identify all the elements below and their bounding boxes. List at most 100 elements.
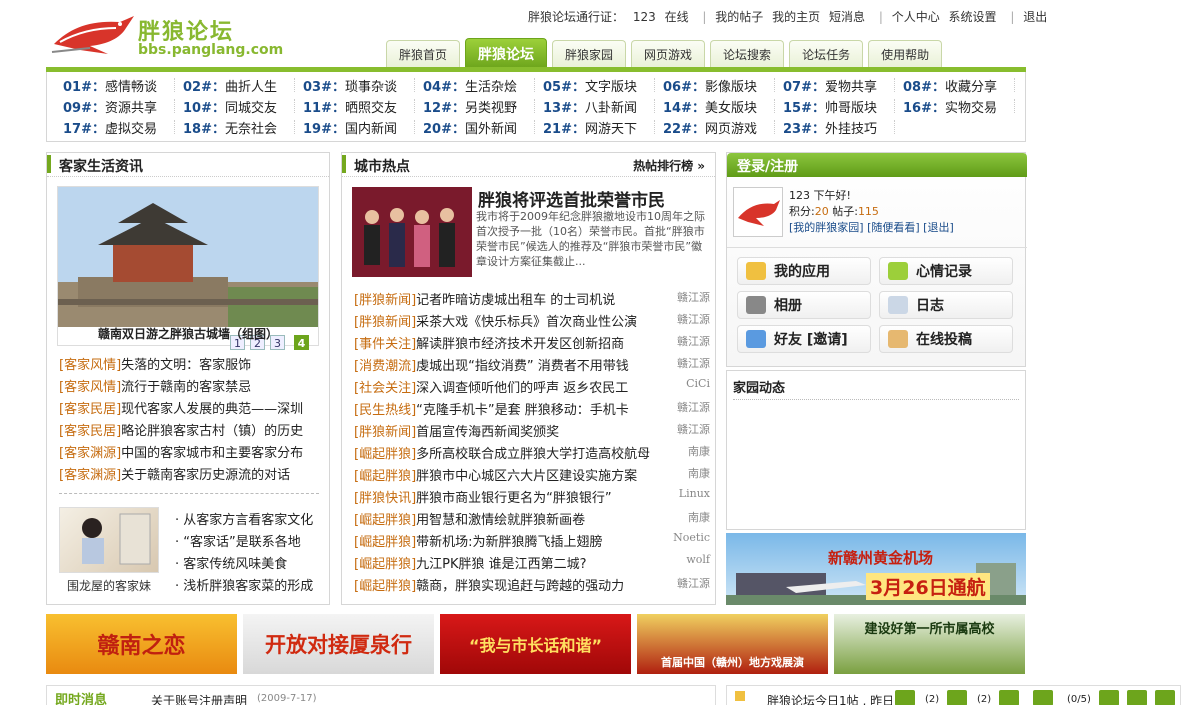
- news-row[interactable]: [崛起胖狼]带新机场:为新胖狼腾飞插上翅膀 Noetic: [354, 531, 710, 550]
- tab-family[interactable]: 胖狼家园: [552, 40, 627, 68]
- panel-title: 家园动态: [733, 381, 786, 396]
- forum-link[interactable]: 09#：资源共享: [63, 97, 183, 118]
- news-row[interactable]: [崛起胖狼]多所高校联合成立胖狼大学打造高校航母 南康: [354, 443, 710, 462]
- toolbar-icon[interactable]: [1127, 690, 1147, 705]
- forum-link[interactable]: 01#：感情畅谈: [63, 76, 183, 97]
- forum-link[interactable]: 12#：另类视野: [423, 97, 543, 118]
- tab-home[interactable]: 胖狼首页: [386, 40, 461, 68]
- online-status: 在线: [664, 10, 689, 24]
- news-row[interactable]: [崛起胖狼]赣商，胖狼实现追赶与跨越的强动力 赣江源: [354, 575, 710, 594]
- featured-photo[interactable]: 1 2 3 4: [57, 186, 319, 350]
- banner-opera-show[interactable]: 首届中国（赣州）地方戏展演: [637, 614, 828, 674]
- settings-link[interactable]: 系统设置: [949, 10, 997, 24]
- news-row[interactable]: [民生热线]“克隆手机卡”是套 胖狼移动：手机卡 赣江源: [354, 399, 710, 418]
- tab-search[interactable]: 论坛搜索: [710, 40, 785, 68]
- airport-ad[interactable]: 新赣州黄金机场 3月26日通航: [726, 533, 1026, 605]
- friends-button[interactable]: 好友 [邀请]: [737, 325, 871, 353]
- my-posts-link[interactable]: 我的帖子: [715, 10, 763, 24]
- forum-link[interactable]: 16#：实物交易: [903, 97, 1023, 118]
- forum-link[interactable]: 19#：国内新闻: [303, 118, 423, 139]
- banner-gannan-love[interactable]: 赣南之恋: [46, 614, 237, 674]
- photo-caption[interactable]: 赣南双日游之胖狼古城墙（组图）: [57, 325, 319, 342]
- forum-link[interactable]: 02#：曲折人生: [183, 76, 303, 97]
- list-item[interactable]: [客家民居]略论胖狼客家古村（镇）的历史: [59, 420, 323, 439]
- forum-link[interactable]: 23#：外挂技巧: [783, 118, 903, 139]
- forum-link[interactable]: 13#：八卦新闻: [543, 97, 663, 118]
- banner-xiamen-quanzhou[interactable]: 开放对接厦泉行: [243, 614, 434, 674]
- news-row[interactable]: [崛起胖狼]用智慧和激情绘就胖狼新画卷 南康: [354, 509, 710, 528]
- forum-link[interactable]: 21#：网游天下: [543, 118, 663, 139]
- forum-link[interactable]: 03#：琐事杂谈: [303, 76, 423, 97]
- my-apps-button[interactable]: 我的应用: [737, 257, 871, 285]
- forum-link[interactable]: 11#：晒照交友: [303, 97, 423, 118]
- forum-row: 01#：感情畅谈 02#：曲折人生 03#：琐事杂谈 04#：生活杂烩 05#：…: [63, 76, 1025, 97]
- forum-link[interactable]: 17#：虚拟交易: [63, 118, 183, 139]
- blog-button[interactable]: 日志: [879, 291, 1013, 319]
- site-logo[interactable]: 胖狼论坛 bbs.panglang.com: [50, 8, 290, 64]
- list-item[interactable]: [客家风情]流行于赣南的客家禁忌: [59, 376, 323, 395]
- submit-article-button[interactable]: 在线投稿: [879, 325, 1013, 353]
- forum-link[interactable]: 22#：网页游戏: [663, 118, 783, 139]
- logout-link[interactable]: 退出: [1023, 10, 1047, 24]
- banner-mayor-talk[interactable]: “我与市长话和谐”: [440, 614, 631, 674]
- list-item[interactable]: [客家渊源]关于赣南客家历史源流的对话: [59, 464, 323, 483]
- news-row[interactable]: [胖狼快讯]胖狼市商业银行更名为“胖狼银行” Linux: [354, 487, 710, 506]
- album-button[interactable]: 相册: [737, 291, 871, 319]
- city-hot-panel: 城市热点 热帖排行榜 » 胖狼将评选首批荣誉市民 我市将于2009年纪念胖狼撤地…: [341, 152, 716, 605]
- news-row[interactable]: [消费潮流]虔城出现“指纹消费” 消费者不用带钱 赣江源: [354, 355, 710, 374]
- news-row[interactable]: [社会关注]深入调查倾听他们的呼声 返乡农民工 CiCi: [354, 377, 710, 396]
- site-url: bbs.panglang.com: [138, 42, 284, 58]
- headline-title[interactable]: 胖狼将评选首批荣誉市民: [478, 186, 665, 211]
- forum-link[interactable]: 18#：无奈社会: [183, 118, 303, 139]
- forum-link[interactable]: 06#：影像版块: [663, 76, 783, 97]
- tab-forum[interactable]: 胖狼论坛: [465, 38, 548, 68]
- headline-summary: 我市将于2009年纪念胖狼撤地设市10周年之际首次授予一批（10名）荣誉市民。首…: [476, 210, 705, 268]
- login-panel: 登录/注册 123 下午好! 积分:20 帖子:115 [我的胖狼家园] [随便…: [726, 152, 1027, 367]
- hakka-girl-photo[interactable]: [59, 507, 159, 573]
- news-row[interactable]: [胖狼新闻]首届宣传海西新闻奖颁奖 赣江源: [354, 421, 710, 440]
- toolbar-icon[interactable]: [999, 690, 1019, 705]
- my-home-link[interactable]: 我的主页: [772, 10, 820, 24]
- username[interactable]: 123: [633, 10, 656, 24]
- forum-link[interactable]: 10#：同城交友: [183, 97, 303, 118]
- list-item[interactable]: “客家话”是联系各地: [175, 531, 300, 550]
- thumb-caption[interactable]: 围龙屋的客家妹: [59, 577, 159, 594]
- toolbar-icon[interactable]: [1099, 690, 1119, 705]
- forum-link[interactable]: 04#：生活杂烩: [423, 76, 543, 97]
- toolbar-icon[interactable]: [1155, 690, 1175, 705]
- toolbar-icon[interactable]: [895, 690, 915, 705]
- instant-message-bar: 即时消息 关于账号注册声明 (2009-7-17): [46, 685, 716, 705]
- user-center-link[interactable]: 个人中心: [892, 10, 940, 24]
- instant-message-link[interactable]: 关于账号注册声明: [151, 692, 247, 705]
- hot-rank-link[interactable]: 热帖排行榜 »: [633, 157, 705, 174]
- news-row[interactable]: [事件关注]解读胖狼市经济技术开发区创新招商 赣江源: [354, 333, 710, 352]
- news-row[interactable]: [胖狼新闻]记者昨暗访虔城出租车 的士司机说 赣江源: [354, 289, 710, 308]
- forum-link[interactable]: 05#：文字版块: [543, 76, 663, 97]
- mood-button[interactable]: 心情记录: [879, 257, 1013, 285]
- news-row[interactable]: [崛起胖狼]九江PK胖狼 谁是江西第二城? wolf: [354, 553, 710, 572]
- list-item[interactable]: [客家风情]失落的文明：客家服饰: [59, 354, 323, 373]
- forum-link[interactable]: 08#：收藏分享: [903, 76, 1023, 97]
- toolbar-icon[interactable]: [947, 690, 967, 705]
- forum-link[interactable]: 14#：美女版块: [663, 97, 783, 118]
- news-row[interactable]: [胖狼新闻]采茶大戏《快乐标兵》首次商业性公演 赣江源: [354, 311, 710, 330]
- list-item[interactable]: [客家民居]现代客家人发展的典范——深圳: [59, 398, 323, 417]
- avatar[interactable]: [733, 187, 783, 237]
- messages-link[interactable]: 短消息: [829, 10, 865, 24]
- forum-link[interactable]: 15#：帅哥版块: [783, 97, 903, 118]
- list-item[interactable]: 客家传统风味美食: [175, 553, 287, 572]
- forum-link[interactable]: 20#：国外新闻: [423, 118, 543, 139]
- airport-ad-title: 新赣州黄金机场: [828, 549, 934, 567]
- tab-tasks[interactable]: 论坛任务: [789, 40, 864, 68]
- list-item[interactable]: [客家渊源]中国的客家城市和主要客家分布: [59, 442, 323, 461]
- news-row[interactable]: [崛起胖狼]胖狼市中心城区六大片区建设实施方案 南康: [354, 465, 710, 484]
- headline-photo[interactable]: [352, 187, 472, 277]
- list-item[interactable]: 从客家方言看客家文化: [175, 509, 313, 528]
- tab-web-games[interactable]: 网页游戏: [631, 40, 706, 68]
- toolbar-icon[interactable]: [1033, 690, 1053, 705]
- home-links[interactable]: [我的胖狼家园] [随便看看] [退出]: [789, 219, 954, 235]
- list-item[interactable]: 浅析胖狼客家菜的形成: [175, 575, 313, 594]
- tab-help[interactable]: 使用帮助: [868, 40, 943, 68]
- banner-college[interactable]: 建设好第一所市属高校: [834, 614, 1025, 674]
- forum-link[interactable]: 07#：爱物共享: [783, 76, 903, 97]
